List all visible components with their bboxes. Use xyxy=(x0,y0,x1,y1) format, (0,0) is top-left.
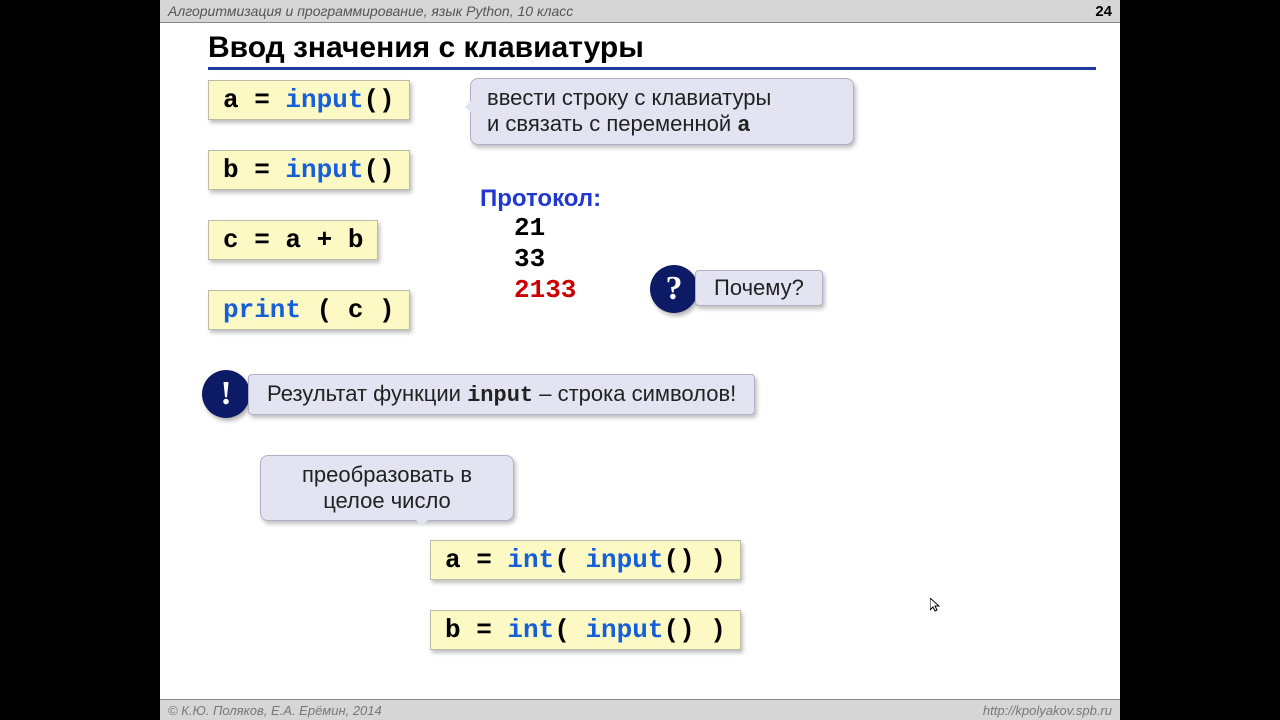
footer-bar: © К.Ю. Поляков, Е.А. Ерёмин, 2014 http:/… xyxy=(160,699,1120,720)
protocol-v1: 21 xyxy=(514,213,601,244)
bubble-input-explain: ввести строку с клавиатуры и связать с п… xyxy=(470,78,854,145)
bubble-line2a: и связать с переменной xyxy=(487,111,737,136)
footer-copyright: © К.Ю. Поляков, Е.А. Ерёмин, 2014 xyxy=(168,703,382,718)
protocol-block: Протокол: 21 33 2133 xyxy=(480,185,601,307)
protocol-values: 21 33 2133 xyxy=(514,213,601,307)
convert-l1: преобразовать в xyxy=(302,462,472,487)
protocol-label: Протокол: xyxy=(480,185,601,213)
title-underline xyxy=(208,67,1096,70)
header-bar: Алгоритмизация и программирование, язык … xyxy=(160,0,1120,23)
footer-url: http://kpolyakov.spb.ru xyxy=(983,703,1112,718)
page-title: Ввод значения с клавиатуры xyxy=(208,31,1120,65)
page-number: 24 xyxy=(1095,3,1112,20)
convert-l2: целое число xyxy=(323,488,451,513)
result-text-c: – строка символов! xyxy=(533,381,736,406)
protocol-v3: 2133 xyxy=(514,275,601,306)
code-line-4: print ( c ) xyxy=(208,290,410,330)
result-text-a: Результат функции xyxy=(267,381,467,406)
code-int-b: b = int( input() ) xyxy=(430,610,741,650)
bubble-line1: ввести строку с клавиатуры xyxy=(487,85,771,110)
content: a = input() b = input() c = a + b print … xyxy=(160,80,1120,700)
result-code: input xyxy=(467,383,533,408)
result-bubble: Результат функции input – строка символо… xyxy=(248,374,755,415)
code-line-2: b = input() xyxy=(208,150,410,190)
code-line-3: c = a + b xyxy=(208,220,378,260)
protocol-v2: 33 xyxy=(514,244,601,275)
why-bubble: Почему? xyxy=(695,270,823,306)
convert-bubble: преобразовать в целое число xyxy=(260,455,514,521)
bubble-varname: a xyxy=(737,113,750,138)
header-subject: Алгоритмизация и программирование, язык … xyxy=(168,3,573,19)
exclamation-icon: ! xyxy=(202,370,250,418)
question-icon: ? xyxy=(650,265,698,313)
cursor-icon xyxy=(930,598,940,612)
code-line-1: a = input() xyxy=(208,80,410,120)
slide: Алгоритмизация и программирование, язык … xyxy=(160,0,1120,720)
code-int-a: a = int( input() ) xyxy=(430,540,741,580)
